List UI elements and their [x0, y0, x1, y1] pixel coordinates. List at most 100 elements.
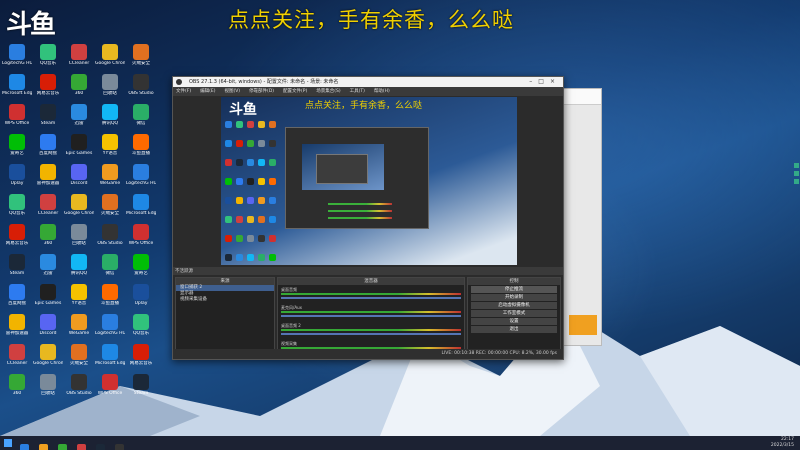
desktop-icon[interactable]: 斗鱼直播 [126, 132, 156, 162]
desktop-icon[interactable]: 雷神加速器 [2, 312, 32, 342]
desktop-icon[interactable]: 雷神加速器 [33, 162, 63, 192]
taskbar-pinned-apps[interactable] [20, 438, 129, 450]
windows-taskbar[interactable]: 22:17 2022/3/15 [0, 436, 800, 450]
desktop-icon[interactable]: Google Chrome [95, 42, 125, 72]
desktop-icon[interactable]: Google Chrome [64, 192, 94, 222]
desktop-icon[interactable]: 微信 [126, 102, 156, 132]
obs-menu-item[interactable]: 视图(V) [224, 89, 240, 94]
desktop-icon[interactable]: 百度网盘 [33, 132, 63, 162]
controls-dock[interactable]: 控制 停止推流 开始录制 启动虚拟摄像机 工作室模式 设置 退出 [467, 277, 561, 351]
desktop-icon[interactable]: Epic Games [64, 132, 94, 162]
desktop-icon[interactable]: LogitechG HUB [2, 42, 32, 72]
desktop-icon[interactable]: CCleaner [33, 192, 63, 222]
desktop-icon[interactable]: YY语音 [64, 282, 94, 312]
obs-menu-item[interactable]: 文件(F) [176, 89, 191, 94]
audio-mixer-dock[interactable]: 混音器 桌面音频 麦克风/Aux 桌面音频 2 视频采集 [277, 277, 465, 353]
desktop-icon[interactable]: 回收站 [33, 372, 63, 402]
mixer-channel[interactable]: 桌面音频 [281, 287, 461, 303]
control-button[interactable]: 工作室模式 [471, 310, 557, 317]
system-tray-clock[interactable]: 22:17 2022/3/15 [771, 437, 794, 448]
desktop-icon[interactable]: CCleaner [2, 342, 32, 372]
desktop-icon[interactable]: Steam [2, 252, 32, 282]
desktop-icon[interactable]: QQ音乐 [2, 192, 32, 222]
desktop-icon[interactable]: LogitechG HUB [95, 312, 125, 342]
desktop-icon[interactable]: 腾讯QQ [64, 252, 94, 282]
desktop-icon[interactable]: 火绒安全 [64, 342, 94, 372]
control-button[interactable]: 启动虚拟摄像机 [471, 302, 557, 309]
desktop-icon[interactable]: OBS Studio [126, 72, 156, 102]
obs-menu-item[interactable]: 编辑(E) [200, 89, 215, 94]
sources-list[interactable]: 窗口捕获 2 显示器 视频采集设备 [176, 285, 274, 303]
desktop-icon[interactable]: CCleaner [64, 42, 94, 72]
desktop-icon[interactable]: WeGame [64, 312, 94, 342]
obs-menu-item[interactable]: 停靠部件(D) [249, 89, 274, 94]
taskbar-app-icon[interactable] [58, 444, 68, 450]
volume-fader[interactable] [281, 315, 461, 317]
desktop-icon[interactable]: WPS Office [2, 102, 32, 132]
desktop-icon[interactable]: 回收站 [95, 72, 125, 102]
desktop-icon[interactable]: WPS Office [95, 372, 125, 402]
controls-buttons[interactable]: 停止推流 开始录制 启动虚拟摄像机 工作室模式 设置 退出 [468, 286, 560, 333]
desktop-icon[interactable]: LogitechG HUB [126, 162, 156, 192]
desktop-icon[interactable]: Discord [33, 312, 63, 342]
desktop-icon[interactable]: 爱奇艺 [2, 132, 32, 162]
mixer-channel[interactable]: 麦克风/Aux [281, 305, 461, 321]
desktop-icon[interactable]: 火绒安全 [126, 42, 156, 72]
desktop-icon[interactable]: Microsoft Edge [95, 342, 125, 372]
desktop-icon[interactable]: 360 [33, 222, 63, 252]
desktop-icon[interactable]: WPS Office [126, 222, 156, 252]
desktop-icon[interactable]: 360 [64, 72, 94, 102]
control-button[interactable]: 开始录制 [471, 294, 557, 301]
desktop-icon[interactable]: OBS Studio [95, 222, 125, 252]
windows-start-icon[interactable] [4, 439, 12, 447]
window-controls[interactable]: –□× [529, 77, 561, 87]
desktop-icon[interactable]: 百度网盘 [2, 282, 32, 312]
desktop-icon[interactable]: 回收站 [64, 222, 94, 252]
desktop-icon[interactable]: Steam [126, 372, 156, 402]
desktop-icon[interactable]: 网易云音乐 [126, 342, 156, 372]
obs-titlebar[interactable]: OBS 27.1.3 (64-bit, windows) - 配置文件: 未命名… [173, 77, 563, 87]
obs-preview-canvas[interactable]: 斗鱼 点点关注，手有余香，么么哒 [221, 97, 517, 265]
desktop-icon[interactable]: 网易云音乐 [2, 222, 32, 252]
mixer-channels[interactable]: 桌面音频 麦克风/Aux 桌面音频 2 视频采集 [278, 287, 464, 357]
desktop-icon[interactable]: WeGame [95, 162, 125, 192]
obs-menu-item[interactable]: 配置文件(P) [283, 89, 307, 94]
desktop-icon[interactable]: 网易云音乐 [33, 72, 63, 102]
desktop-icon[interactable]: QQ音乐 [126, 312, 156, 342]
taskbar-obs-icon[interactable] [115, 444, 125, 450]
volume-fader[interactable] [281, 333, 461, 335]
desktop-icon[interactable]: Google Chrome [33, 342, 63, 372]
control-button[interactable]: 设置 [471, 318, 557, 325]
desktop-icon[interactable]: Microsoft Edge [126, 192, 156, 222]
desktop-icon[interactable]: OBS Studio [64, 372, 94, 402]
desktop-icon[interactable]: Uplay [126, 282, 156, 312]
desktop-icon[interactable]: Discord [64, 162, 94, 192]
taskbar-edge-icon[interactable] [20, 444, 29, 450]
obs-menu-item[interactable]: 场景集合(S) [316, 89, 340, 94]
desktop-icon[interactable]: 360 [2, 372, 32, 402]
desktop-icon[interactable]: 迅雷 [33, 252, 63, 282]
obs-studio-window[interactable]: OBS 27.1.3 (64-bit, windows) - 配置文件: 未命名… [172, 76, 564, 360]
desktop-icon[interactable]: Steam [33, 102, 63, 132]
desktop-icon[interactable]: 爱奇艺 [126, 252, 156, 282]
desktop-icon[interactable]: 微信 [95, 252, 125, 282]
desktop-icon[interactable]: 迅雷 [64, 102, 94, 132]
desktop-icon[interactable]: Epic Games [33, 282, 63, 312]
obs-menu-item[interactable]: 帮助(H) [374, 89, 390, 94]
volume-fader[interactable] [281, 297, 461, 299]
desktop-icon[interactable]: Microsoft Edge [2, 72, 32, 102]
desktop-icon[interactable]: 腾讯QQ [95, 102, 125, 132]
taskbar-folder-icon[interactable] [39, 444, 49, 450]
desktop-icon[interactable]: Uplay [2, 162, 32, 192]
control-button[interactable]: 停止推流 [471, 286, 557, 293]
desktop-icon[interactable]: 斗鱼直播 [95, 282, 125, 312]
desktop-icon[interactable]: QQ音乐 [33, 42, 63, 72]
sources-dock[interactable]: 来源 窗口捕获 2 显示器 视频采集设备 [175, 277, 275, 351]
taskbar-steam-icon[interactable] [96, 444, 106, 450]
desktop-icon[interactable]: YY语音 [95, 132, 125, 162]
obs-menu-item[interactable]: 工具(T) [350, 89, 365, 94]
taskbar-music-icon[interactable] [77, 444, 87, 450]
desktop-icon[interactable]: 火绒安全 [95, 192, 125, 222]
mixer-channel[interactable]: 桌面音频 2 [281, 323, 461, 339]
control-button[interactable]: 退出 [471, 326, 557, 333]
